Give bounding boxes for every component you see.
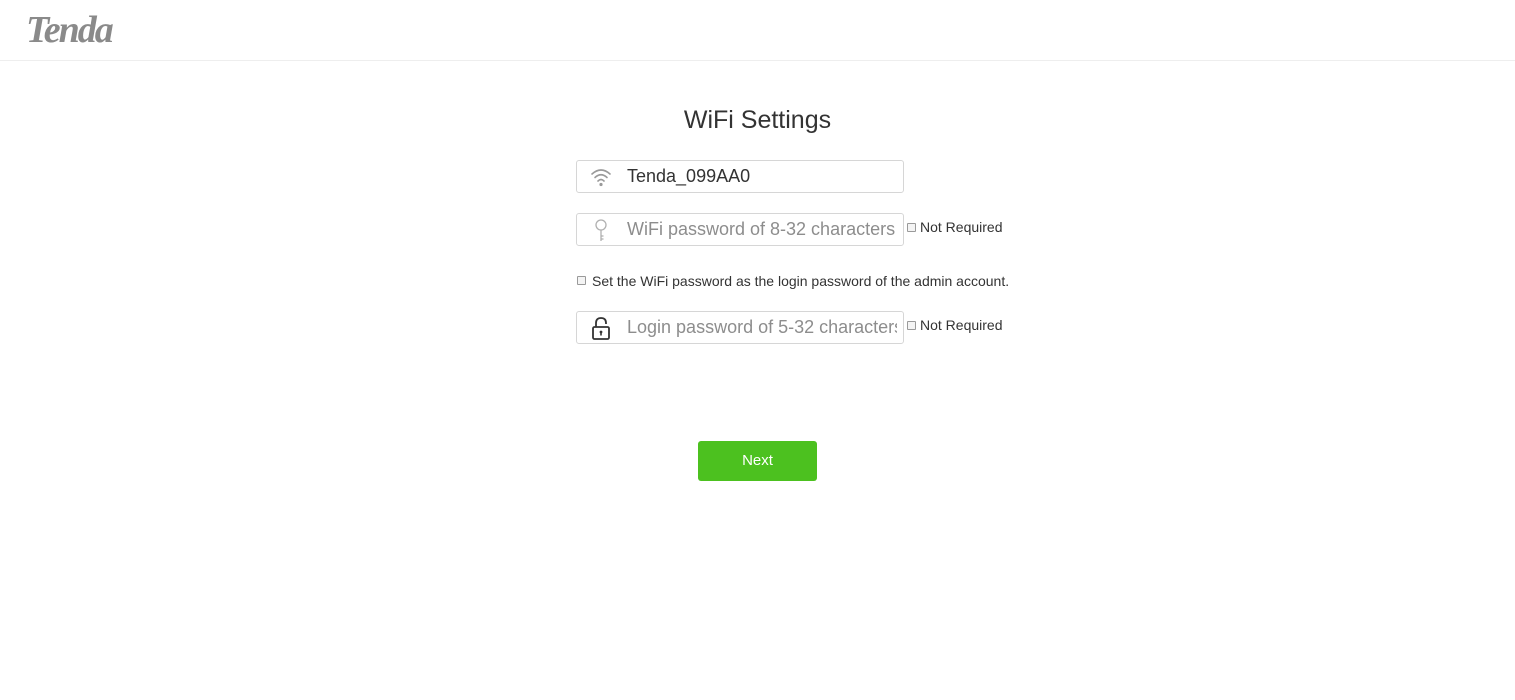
same-password-label: Set the WiFi password as the login passw… xyxy=(592,273,1010,289)
ssid-field[interactable] xyxy=(576,160,904,193)
login-password-input[interactable] xyxy=(627,312,897,343)
login-password-not-required-label: Not Required xyxy=(920,317,1003,333)
wifi-password-not-required-checkbox[interactable] xyxy=(907,223,916,232)
login-password-not-required-checkbox[interactable] xyxy=(907,321,916,330)
wifi-icon xyxy=(589,165,613,189)
next-button[interactable]: Next xyxy=(698,441,817,481)
wifi-password-not-required-label: Not Required xyxy=(920,219,1003,235)
same-password-checkbox[interactable] xyxy=(577,276,586,285)
lock-icon xyxy=(589,316,613,340)
wifi-password-input[interactable] xyxy=(627,214,897,245)
ssid-input[interactable] xyxy=(627,161,897,192)
wifi-password-field[interactable] xyxy=(576,213,904,246)
key-icon xyxy=(589,218,613,242)
header-bar: Tenda xyxy=(0,0,1515,61)
login-password-field[interactable] xyxy=(576,311,904,344)
page-title: WiFi Settings xyxy=(683,106,832,134)
tenda-logo: Tenda xyxy=(26,9,114,51)
